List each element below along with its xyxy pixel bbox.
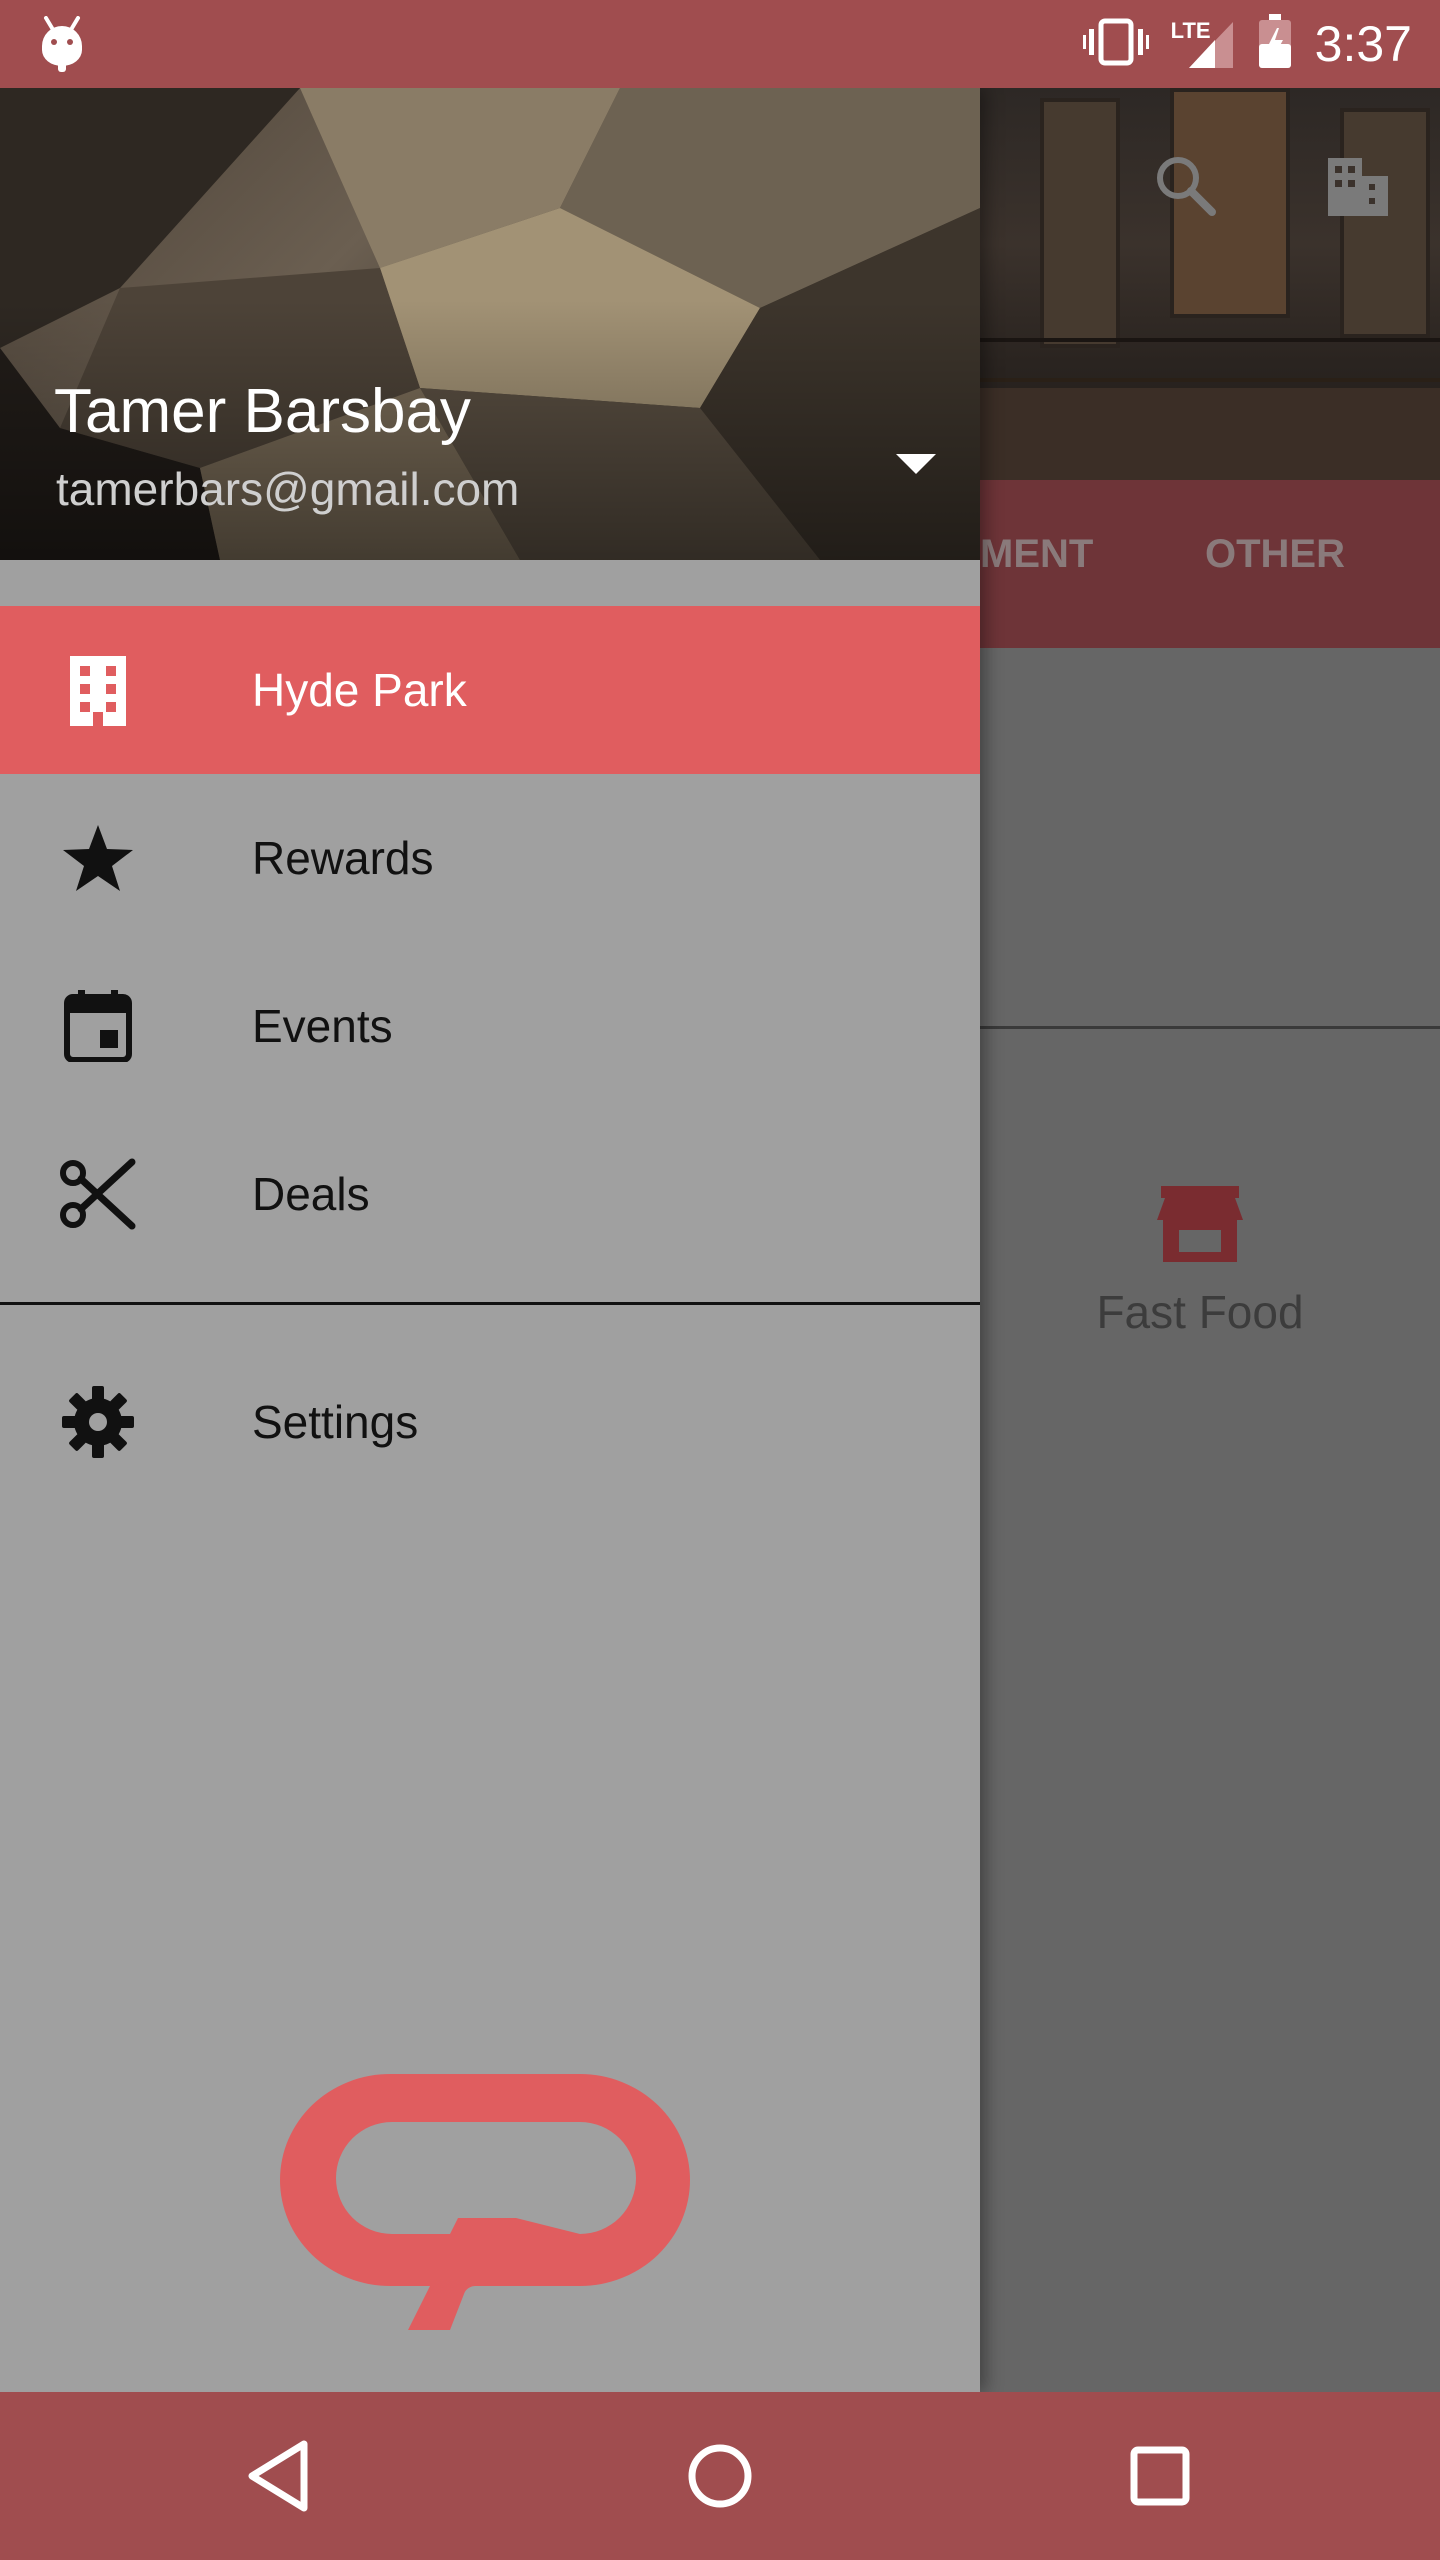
vibrate-icon	[1082, 17, 1149, 72]
back-button[interactable]	[240, 2436, 320, 2516]
tab-entertainment[interactable]: MENT	[980, 532, 1093, 577]
status-time: 3:37	[1314, 16, 1412, 72]
building-icon[interactable]	[1322, 150, 1392, 225]
category-fast-food[interactable]: Fast Food	[1060, 1184, 1340, 1339]
recents-button[interactable]	[1120, 2436, 1200, 2516]
recents-square-icon	[1130, 2446, 1190, 2506]
account-switcher-dropdown[interactable]	[894, 450, 938, 478]
back-triangle-icon	[248, 2440, 308, 2512]
divider	[980, 1026, 1440, 1029]
signal-icon: LTE	[1171, 16, 1235, 72]
menu-item-label: Hyde Park	[252, 664, 467, 716]
menu-item-events[interactable]: Events	[0, 942, 980, 1110]
drawer-menu: Hyde Park Rewards Events Deals	[0, 606, 980, 1278]
chevron-down-icon	[896, 454, 936, 474]
hero-image	[980, 88, 1440, 480]
menu-item-label: Deals	[252, 1168, 370, 1220]
menu-item-hyde-park[interactable]: Hyde Park	[0, 606, 980, 774]
menu-item-label: Settings	[252, 1396, 419, 1448]
home-button[interactable]	[680, 2436, 760, 2516]
brand-logo	[280, 2068, 700, 2338]
home-circle-icon	[688, 2444, 752, 2508]
store-icon	[1155, 1186, 1245, 1268]
status-bar: LTE 3:37	[0, 0, 1440, 88]
menu-item-settings[interactable]: Settings	[0, 1338, 980, 1506]
menu-item-label: Rewards	[252, 832, 434, 884]
scissors-icon	[60, 1156, 136, 1232]
star-icon	[60, 820, 136, 896]
category-label: Fast Food	[1096, 1286, 1304, 1338]
menu-divider	[0, 1302, 980, 1305]
menu-item-rewards[interactable]: Rewards	[0, 774, 980, 942]
battery-charging-icon	[1257, 13, 1293, 75]
calendar-icon	[60, 988, 136, 1064]
tab-bar: MENT OTHER	[980, 480, 1440, 648]
drawer-header: Tamer Barsbay tamerbars@gmail.com	[0, 88, 980, 560]
menu-item-label: Events	[252, 1000, 393, 1052]
building-icon	[60, 652, 136, 728]
search-icon[interactable]	[1150, 150, 1220, 225]
navigation-drawer: Tamer Barsbay tamerbars@gmail.com Hyde P…	[0, 88, 980, 2392]
system-navigation-bar	[0, 2392, 1440, 2560]
android-debug-icon	[36, 16, 88, 72]
gear-icon	[60, 1384, 136, 1460]
account-name: Tamer Barsbay	[54, 377, 471, 446]
account-email: tamerbars@gmail.com	[56, 463, 520, 515]
menu-item-deals[interactable]: Deals	[0, 1110, 980, 1278]
tab-other[interactable]: OTHER	[1205, 532, 1345, 577]
